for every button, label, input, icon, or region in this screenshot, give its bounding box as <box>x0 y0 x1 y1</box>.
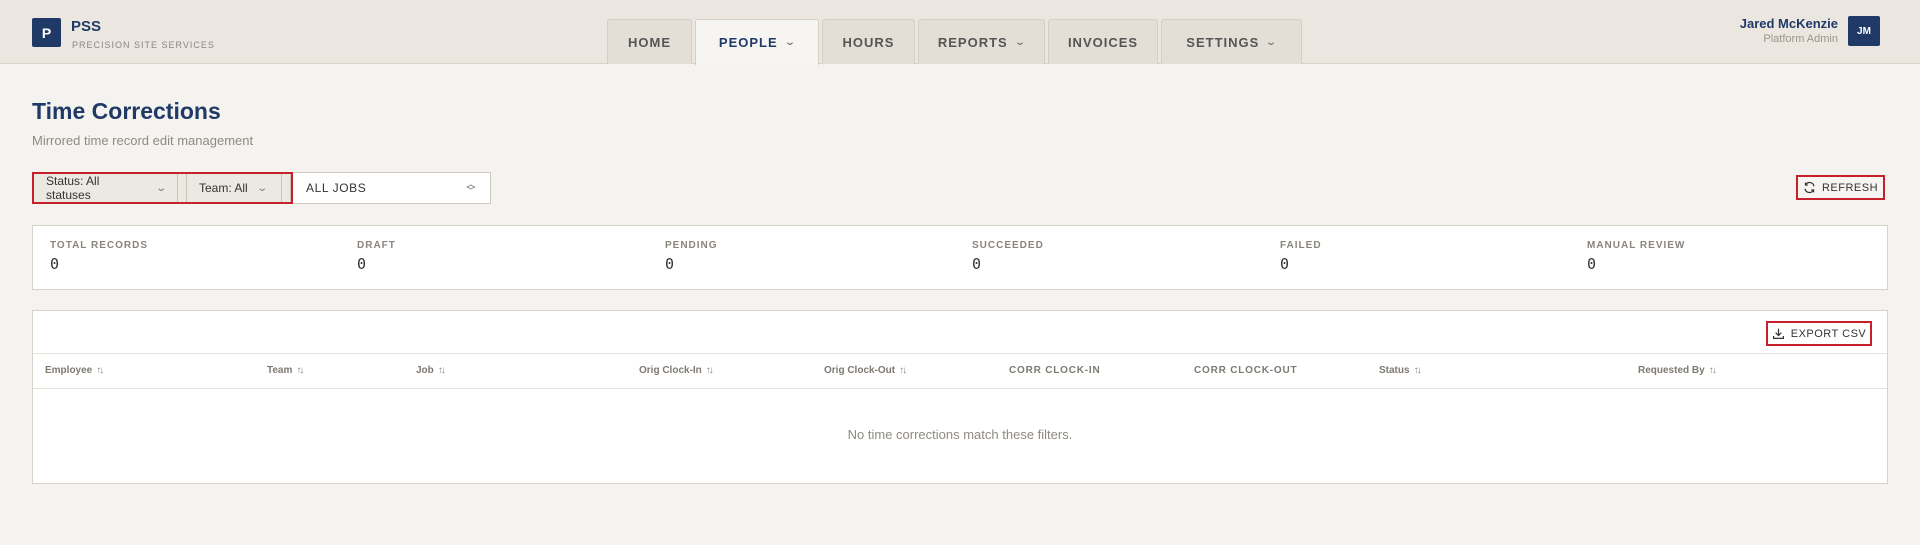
tab-home[interactable]: HOME <box>607 19 692 64</box>
column-header-orig-clock-out[interactable]: Orig Clock-Out ↑↓ <box>824 365 907 376</box>
avatar[interactable]: JM <box>1848 16 1880 46</box>
team-filter-dropdown[interactable]: Team: All ⌄ <box>187 174 281 202</box>
column-label: Job <box>416 365 434 376</box>
chevron-down-icon: ⌄ <box>154 182 167 194</box>
column-header-corr-clock-in: CORR CLOCK-IN <box>1009 365 1101 376</box>
column-label: Orig Clock-Out <box>824 365 896 376</box>
user-role: Platform Admin <box>1763 33 1838 45</box>
stat-label: TOTAL RECORDS <box>50 240 149 251</box>
export-csv-button[interactable]: EXPORT CSV <box>1766 321 1872 346</box>
column-label: Requested By <box>1638 365 1705 376</box>
stat-pending: PENDING 0 <box>665 240 718 273</box>
sort-icon: ↑↓ <box>296 365 304 376</box>
column-header-job[interactable]: Job ↑↓ <box>416 365 446 376</box>
column-label: CORR CLOCK-IN <box>1009 365 1101 376</box>
brand-subtitle: PRECISION SITE SERVICES <box>72 40 215 50</box>
tab-hours[interactable]: HOURS <box>822 19 915 64</box>
tab-label: INVOICES <box>1067 34 1139 50</box>
chevron-down-icon: ⌄ <box>256 182 268 194</box>
stat-label: PENDING <box>665 240 718 251</box>
stat-label: DRAFT <box>357 240 396 251</box>
sort-icon: ↑↓ <box>1413 365 1422 376</box>
filter-bar: Status: All statuses ⌄ Team: All ⌄ ALL J… <box>32 172 491 204</box>
table-header: Employee ↑↓ Team ↑↓ Job ↑↓ Orig Clock-In… <box>33 353 1887 389</box>
stat-label: FAILED <box>1280 240 1322 251</box>
stat-value: 0 <box>972 255 982 273</box>
page-title: Time Corrections <box>32 98 221 124</box>
stat-value: 0 <box>357 255 367 273</box>
tab-settings[interactable]: SETTINGS ⌄ <box>1161 19 1302 64</box>
export-csv-label: EXPORT CSV <box>1790 327 1867 340</box>
status-filter-dropdown[interactable]: Status: All statuses ⌄ <box>34 174 177 202</box>
job-select-value: ALL JOBS <box>306 181 367 195</box>
tab-invoices[interactable]: INVOICES <box>1048 19 1158 64</box>
column-label: Employee <box>45 365 93 376</box>
stat-value: 0 <box>1280 255 1290 273</box>
sort-icon: ↑↓ <box>96 365 104 376</box>
corrections-table-panel: EXPORT CSV Employee ↑↓ Team ↑↓ Job ↑↓ Or… <box>32 310 1888 484</box>
logo[interactable]: P <box>32 18 61 47</box>
column-header-orig-clock-in[interactable]: Orig Clock-In ↑↓ <box>639 365 714 376</box>
column-header-team[interactable]: Team ↑↓ <box>267 365 304 376</box>
main-nav: HOME PEOPLE ⌄ HOURS REPORTS ⌄ INVOICES S… <box>607 19 1302 65</box>
chevron-down-icon: ⌄ <box>1265 36 1279 48</box>
tab-reports[interactable]: REPORTS ⌄ <box>918 19 1045 64</box>
job-select[interactable]: ALL JOBS ︿ ﹀ <box>293 172 491 204</box>
user-name: Jared McKenzie <box>1739 16 1838 31</box>
column-header-requested-by[interactable]: Requested By ↑↓ <box>1638 365 1717 376</box>
tab-people[interactable]: PEOPLE ⌄ <box>695 19 819 65</box>
tab-label: REPORTS <box>937 34 1008 50</box>
sort-icon: ↑↓ <box>437 365 446 376</box>
filter-group: Status: All statuses ⌄ Team: All ⌄ <box>32 172 293 204</box>
stat-failed: FAILED 0 <box>1280 240 1322 273</box>
stat-succeeded: SUCCEEDED 0 <box>972 240 1044 273</box>
stat-value: 0 <box>665 255 675 273</box>
column-header-employee[interactable]: Employee ↑↓ <box>45 365 104 376</box>
column-header-corr-clock-out: CORR CLOCK-OUT <box>1194 365 1297 376</box>
filter-divider <box>281 174 291 202</box>
chevron-down-icon: ⌄ <box>783 37 797 48</box>
column-label: Team <box>267 365 293 376</box>
tab-label: HOME <box>628 34 671 50</box>
tab-label: SETTINGS <box>1186 34 1260 50</box>
refresh-button[interactable]: REFRESH <box>1796 175 1885 200</box>
sort-icon: ↑↓ <box>899 365 907 376</box>
tab-label: HOURS <box>842 34 895 50</box>
empty-state-message: No time corrections match these filters. <box>847 427 1073 442</box>
team-filter-label: Team: All <box>199 181 248 195</box>
status-filter-label: Status: All statuses <box>46 174 100 202</box>
column-label: Status <box>1379 365 1410 376</box>
sort-icon: ↑↓ <box>1708 365 1717 376</box>
stat-value: 0 <box>1587 255 1597 273</box>
tab-label: PEOPLE <box>718 35 778 50</box>
chevron-down-icon: ⌄ <box>1013 36 1027 48</box>
column-label: Orig Clock-In <box>639 365 702 376</box>
column-label: CORR CLOCK-OUT <box>1194 365 1298 376</box>
stat-value: 0 <box>50 255 60 273</box>
stat-label: SUCCEEDED <box>972 240 1044 251</box>
top-bar: P PSS PRECISION SITE SERVICES HOME PEOPL… <box>0 0 1920 65</box>
refresh-label: REFRESH <box>1821 181 1879 194</box>
filter-divider <box>177 174 187 202</box>
stats-card: TOTAL RECORDS 0 DRAFT 0 PENDING 0 SUCCEE… <box>32 225 1888 290</box>
download-icon <box>1772 328 1784 339</box>
sort-icon: ↑↓ <box>705 365 714 376</box>
stat-draft: DRAFT 0 <box>357 240 396 273</box>
page-subtitle: Mirrored time record edit management <box>32 133 254 148</box>
stat-manual-review: MANUAL REVIEW 0 <box>1587 240 1685 273</box>
column-header-status[interactable]: Status ↑↓ <box>1379 365 1422 376</box>
refresh-icon <box>1804 181 1815 194</box>
stat-label: MANUAL REVIEW <box>1587 240 1686 251</box>
up-down-icon: ︿ ﹀ <box>466 179 476 196</box>
stat-total-records: TOTAL RECORDS 0 <box>50 240 148 273</box>
brand-name: PSS <box>71 18 102 35</box>
